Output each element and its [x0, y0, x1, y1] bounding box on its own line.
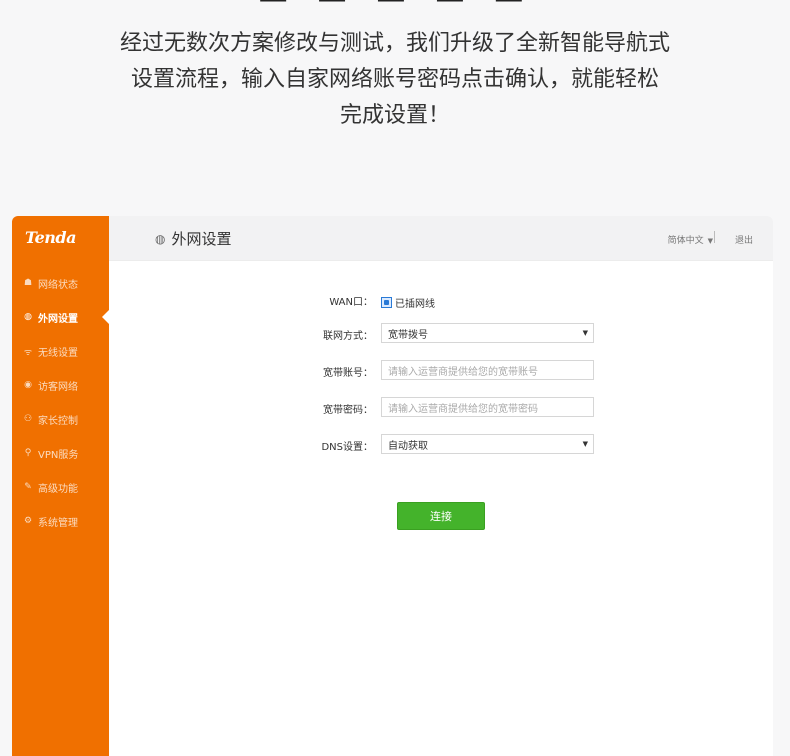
sidebar-item-parental-control[interactable]: ⚇ 家长控制	[12, 402, 109, 436]
dns-label: DNS设置：	[321, 441, 373, 453]
dns-value: 自动获取	[388, 440, 428, 452]
connect-button[interactable]: 连接	[397, 502, 485, 530]
connection-mode-value: 宽带拨号	[388, 329, 428, 341]
password-input[interactable]: 请输入运营商提供给您的宽带密码	[381, 397, 594, 417]
sidebar-item-label: 网络状态	[38, 279, 78, 291]
promo-heading-cropped: ▬ ▬ ▬ ▬ ▬	[0, 0, 790, 8]
header-divider	[714, 231, 715, 243]
sidebar-item-label: 家长控制	[38, 415, 78, 427]
chevron-down-icon: ▼	[582, 440, 588, 448]
header: ◍ 外网设置 简体中文 ▼ 退出	[109, 216, 773, 261]
password-label: 宽带密码：	[323, 404, 373, 416]
chevron-down-icon: ▼	[582, 329, 588, 337]
vpn-icon: ⚲	[24, 448, 32, 458]
sidebar: Tenda ☗ 网络状态 ◍ 外网设置 ᯤ 无线设置 ◉ 访客网络 ⚇ 家长控制	[12, 216, 109, 756]
password-row: 宽带密码：	[109, 397, 373, 419]
sidebar-item-advanced[interactable]: ✎ 高级功能	[12, 470, 109, 504]
language-selector[interactable]: 简体中文 ▼	[668, 233, 713, 246]
sidebar-item-guest-network[interactable]: ◉ 访客网络	[12, 368, 109, 402]
logout-link[interactable]: 退出	[735, 233, 753, 246]
sidebar-item-label: 外网设置	[38, 313, 78, 325]
sidebar-item-label: 访客网络	[38, 381, 78, 393]
wan-row: WAN口：	[109, 289, 373, 311]
globe-icon: ◍	[24, 312, 32, 322]
password-placeholder: 请输入运营商提供给您的宽带密码	[388, 403, 538, 415]
sidebar-item-label: VPN服务	[38, 449, 79, 461]
account-input[interactable]: 请输入运营商提供给您的宽带账号	[381, 360, 594, 380]
promo-line: 完成设置！	[339, 103, 450, 128]
router-admin-window: Tenda ☗ 网络状态 ◍ 外网设置 ᯤ 无线设置 ◉ 访客网络 ⚇ 家长控制	[12, 216, 773, 756]
sidebar-item-label: 系统管理	[38, 517, 78, 529]
guest-icon: ◉	[24, 380, 32, 390]
tenda-logo: Tenda	[25, 228, 76, 247]
page-title-text: 外网设置	[171, 230, 232, 248]
sidebar-item-wireless[interactable]: ᯤ 无线设置	[12, 334, 109, 368]
user-icon: ☗	[23, 278, 33, 288]
globe-icon: ◍	[155, 231, 166, 246]
page-title: ◍ 外网设置	[155, 228, 232, 249]
promo-line: 设置流程，输入自家网络账号密码点击确认，就能轻松	[130, 67, 659, 92]
dns-select[interactable]: 自动获取 ▼	[381, 434, 594, 454]
sidebar-item-vpn[interactable]: ⚲ VPN服务	[12, 436, 109, 470]
tools-icon: ✎	[24, 482, 32, 492]
sidebar-item-label: 无线设置	[38, 347, 78, 359]
cable-connected-icon	[381, 297, 392, 308]
connection-mode-select[interactable]: 宽带拨号 ▼	[381, 323, 594, 343]
wan-status-text: 已插网线	[395, 299, 435, 310]
mode-row: 联网方式：	[109, 323, 373, 345]
sidebar-item-wan-settings[interactable]: ◍ 外网设置	[12, 300, 109, 334]
sidebar-item-network-status[interactable]: ☗ 网络状态	[12, 266, 109, 300]
language-label: 简体中文	[667, 236, 704, 246]
account-label: 宽带账号：	[323, 367, 373, 379]
wan-status: 已插网线	[381, 295, 435, 310]
wifi-icon: ᯤ	[23, 347, 33, 358]
promo-text: 经过无数次方案修改与测试，我们升级了全新智能导航式 设置流程，输入自家网络账号密…	[0, 26, 790, 134]
gear-icon: ⚙	[23, 516, 33, 526]
sidebar-item-system[interactable]: ⚙ 系统管理	[12, 504, 109, 538]
wan-settings-form: WAN口： 已插网线 联网方式： 宽带拨号 ▼ 宽带账号： 请输入运营商提供给您…	[109, 260, 773, 756]
mode-label: 联网方式：	[323, 330, 373, 342]
account-row: 宽带账号：	[109, 360, 373, 382]
sidebar-nav: ☗ 网络状态 ◍ 外网设置 ᯤ 无线设置 ◉ 访客网络 ⚇ 家长控制 ⚲ VPN…	[12, 266, 109, 538]
account-placeholder: 请输入运营商提供给您的宽带账号	[388, 366, 538, 378]
dns-row: DNS设置：	[109, 434, 373, 456]
promo-line: 经过无数次方案修改与测试，我们升级了全新智能导航式	[119, 31, 670, 56]
chevron-down-icon: ▼	[707, 237, 713, 245]
wan-label: WAN口：	[329, 296, 373, 308]
parent-icon: ⚇	[23, 414, 33, 424]
sidebar-item-label: 高级功能	[38, 483, 78, 495]
